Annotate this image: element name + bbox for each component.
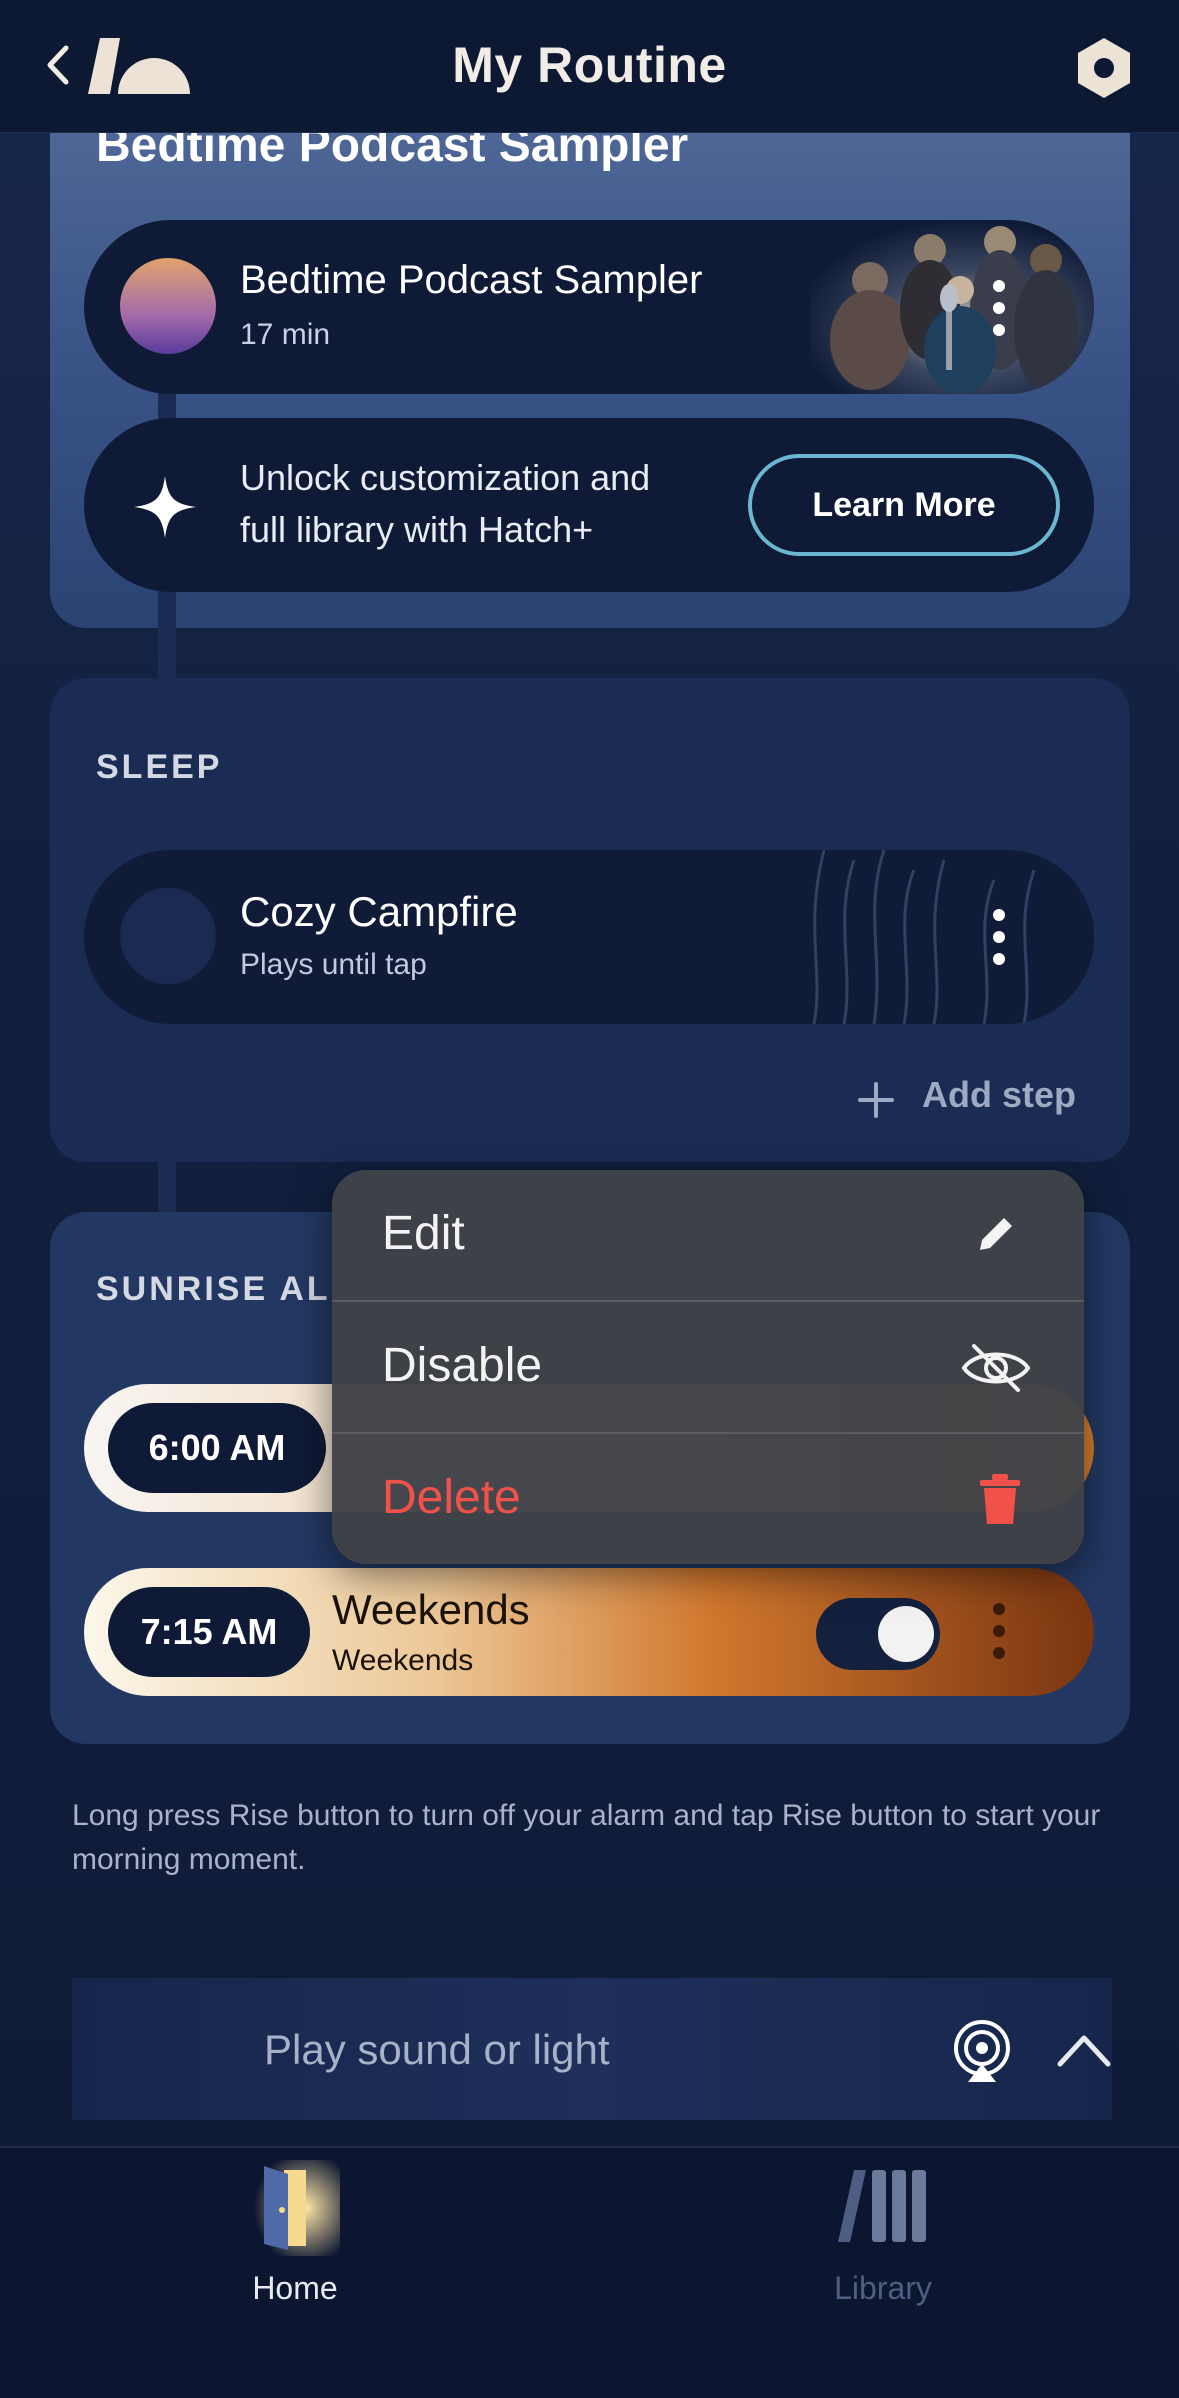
campfire-orb-icon [120, 888, 216, 984]
library-books-icon[interactable] [834, 2166, 934, 2246]
menu-item-label: Disable [382, 1339, 543, 1392]
page-title: My Routine [452, 37, 727, 93]
menu-item-delete[interactable]: Delete [332, 1434, 1084, 1564]
sleep-item-subtitle: Plays until tap [240, 948, 427, 981]
pencil-icon [980, 1218, 1012, 1250]
hexagon-settings-icon[interactable] [1072, 36, 1136, 100]
more-vertical-icon[interactable] [992, 908, 1006, 966]
eye-slash-icon [961, 1344, 1031, 1392]
toggle-knob [878, 1606, 934, 1662]
sleep-step-item[interactable] [84, 850, 1094, 1024]
more-vertical-icon[interactable] [992, 279, 1006, 337]
top-header: My Routine [0, 0, 1179, 133]
learn-more-button[interactable]: Learn More [748, 454, 1060, 556]
tab-home[interactable]: Home [200, 2270, 390, 2307]
plus-icon[interactable] [856, 1080, 896, 1120]
menu-item-label: Delete [382, 1471, 521, 1524]
trash-icon [980, 1474, 1020, 1524]
sleep-item-title: Cozy Campfire [240, 888, 518, 935]
menu-item-label: Edit [382, 1207, 465, 1260]
step-connector [158, 590, 176, 680]
sparkle-icon [132, 474, 198, 540]
tab-bar [0, 2146, 1179, 2398]
podcast-duration: 17 min [240, 318, 331, 351]
airplay-icon[interactable] [950, 2020, 1014, 2084]
door-home-icon[interactable] [254, 2160, 340, 2256]
more-vertical-icon[interactable] [992, 1602, 1006, 1660]
add-step-button[interactable]: Add step [922, 1074, 1076, 1116]
alarm-time: 7:15 AM [108, 1587, 310, 1677]
alarm-title: Weekends [332, 1586, 530, 1633]
context-menu: Edit Disable Delete [332, 1170, 1084, 1564]
tab-library[interactable]: Library [788, 2270, 978, 2307]
menu-item-disable[interactable]: Disable [332, 1302, 1084, 1433]
podcast-artwork [810, 220, 1094, 394]
sunrise-section-label: SUNRISE AL [96, 1270, 331, 1308]
podcast-title: Bedtime Podcast Sampler [240, 258, 703, 302]
chevron-up-icon[interactable] [1054, 2028, 1114, 2072]
menu-item-edit[interactable]: Edit [332, 1170, 1084, 1301]
upsell-text-line1: Unlock customization and [240, 457, 651, 498]
play-bar-label: Play sound or light [264, 2026, 610, 2073]
alarm-subtitle: Weekends [332, 1644, 474, 1677]
podcast-orb-icon [120, 258, 216, 354]
alarm-info-text: Long press Rise button to turn off your … [72, 1799, 1101, 1876]
upsell-text-line2: full library with Hatch+ [240, 509, 594, 550]
sleep-section-label: SLEEP [96, 748, 223, 786]
alarm-time: 6:00 AM [108, 1403, 326, 1493]
step-connector [158, 1160, 176, 1214]
upsell-text: Unlock customization and full library wi… [240, 452, 700, 556]
